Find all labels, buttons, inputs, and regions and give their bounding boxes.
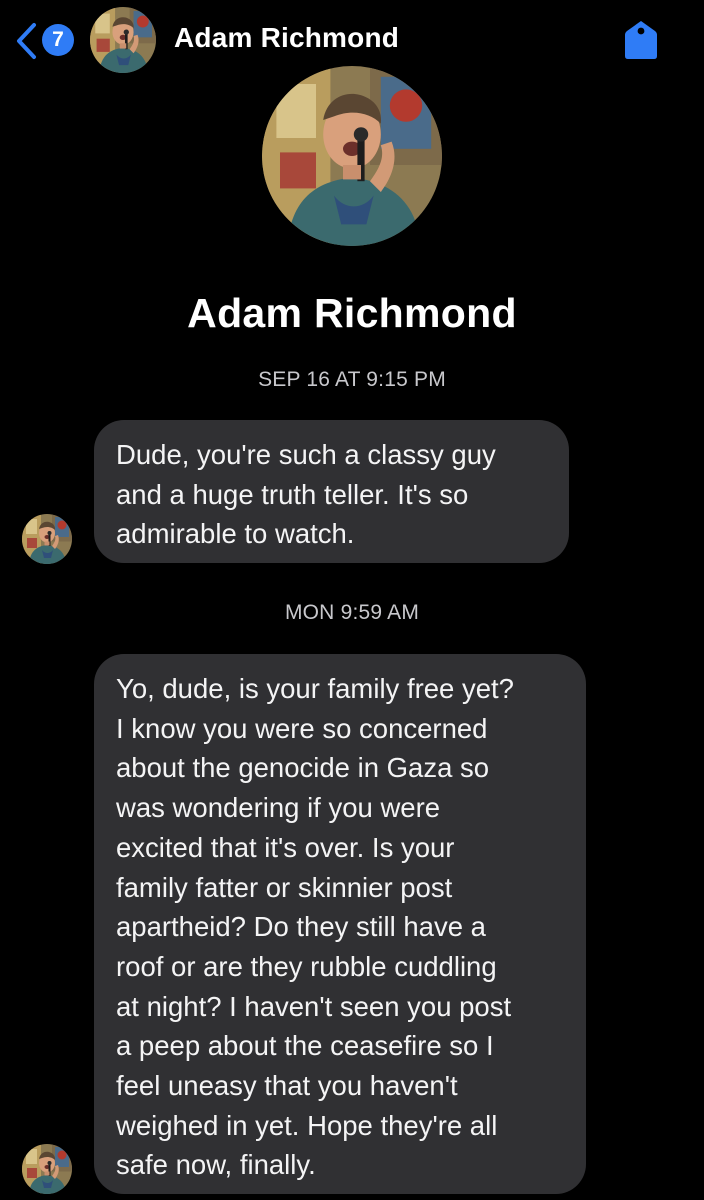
profile-name: Adam Richmond xyxy=(187,290,517,336)
message-text-line: a peep about the ceasefire so I xyxy=(116,1030,494,1062)
message-timestamp: SEP 16 AT 9:15 PM xyxy=(258,368,446,391)
message-text-line: roof or are they rubble cuddling xyxy=(116,950,497,982)
message-bubble[interactable]: Yo, dude, is your family free yet? I kno… xyxy=(94,654,586,1194)
message-text-line: I know you were so concerned xyxy=(116,712,488,744)
message-text-line: about the genocide in Gaza so xyxy=(116,752,490,784)
profile-avatar[interactable] xyxy=(262,66,442,246)
message-text-line: admirable to watch. xyxy=(116,518,355,550)
sender-avatar[interactable] xyxy=(22,1144,72,1194)
message-text-line: at night? I haven't seen you post xyxy=(116,990,512,1022)
message-timestamp: MON 9:59 AM xyxy=(284,601,420,624)
message-text-line: and a huge truth teller. It's so xyxy=(116,478,469,510)
message-text-line: apartheid? Do they still have a xyxy=(116,911,486,943)
message-text-line: family fatter or skinnier post xyxy=(116,871,453,903)
header-contact-name[interactable]: Adam Richmond xyxy=(174,22,399,54)
message-text-line: weighed in yet. Hope they're all xyxy=(116,1109,498,1141)
message-text-line: safe now, finally. xyxy=(116,1149,316,1181)
tag-icon[interactable] xyxy=(620,18,662,62)
header-avatar[interactable] xyxy=(90,7,156,73)
message-text-line: Dude, you're such a classy guy xyxy=(116,439,496,470)
message-text-line: excited that it's over. Is your xyxy=(116,831,455,863)
sender-avatar[interactable] xyxy=(22,514,72,564)
message-text-line: Yo, dude, is your family free yet? xyxy=(116,673,514,704)
message-bubble[interactable]: Dude, you're such a classy guy and a hug… xyxy=(94,420,569,563)
message-text-line: feel uneasy that you haven't xyxy=(116,1070,458,1102)
chevron-left-icon[interactable] xyxy=(14,22,38,60)
message-text-line: was wondering if you were xyxy=(116,792,441,824)
unread-count-badge[interactable]: 7 xyxy=(42,24,74,56)
back-button[interactable]: 7 xyxy=(14,20,76,62)
